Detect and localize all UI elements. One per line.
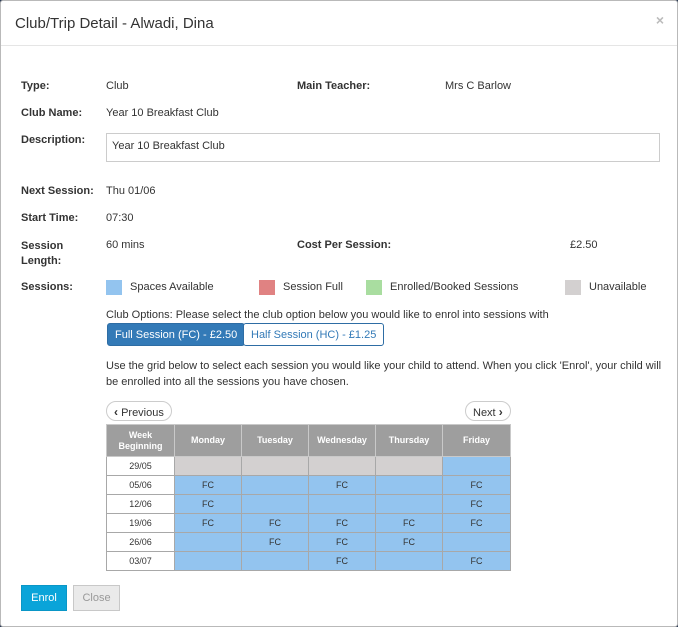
next-button[interactable]: Next › [465, 401, 511, 421]
session-cell-tuesday[interactable] [241, 475, 309, 495]
session-cell-friday[interactable]: FC [442, 475, 511, 495]
session-cell-thursday[interactable]: FC [375, 532, 443, 552]
modal-header: Club/Trip Detail - Alwadi, Dina × [1, 1, 677, 46]
session-cell-tuesday[interactable] [241, 494, 309, 514]
close-icon[interactable]: × [656, 12, 664, 28]
session-cell-wednesday[interactable]: FC [308, 551, 376, 571]
session-cell-thursday[interactable] [375, 551, 443, 571]
session-cell-friday[interactable] [442, 456, 511, 476]
main-teacher-label: Main Teacher: [297, 80, 371, 92]
week-beginning-cell: 26/06 [106, 532, 175, 552]
legend-swatch-enrolled [366, 280, 382, 295]
sessions-label: Sessions: [21, 281, 73, 293]
session-cell-monday [174, 456, 242, 476]
session-cell-wednesday[interactable]: FC [308, 532, 376, 552]
session-cell-friday[interactable] [442, 532, 511, 552]
grid-instructions: Use the grid below to select each sessio… [106, 360, 662, 388]
session-cell-tuesday[interactable]: FC [241, 532, 309, 552]
club-name-value: Year 10 Breakfast Club [106, 107, 219, 119]
session-cell-monday[interactable]: FC [174, 475, 242, 495]
start-time-value: 07:30 [106, 212, 134, 224]
grid-row: 12/06 FC FC [106, 494, 511, 514]
previous-label: Previous [121, 407, 164, 419]
grid-header-friday: Friday [442, 424, 511, 457]
cost-per-session-label: Cost Per Session: [297, 239, 392, 251]
session-cell-thursday[interactable] [375, 475, 443, 495]
session-cell-tuesday[interactable]: FC [241, 513, 309, 533]
main-teacher-value: Mrs C Barlow [445, 80, 512, 92]
description-box: Year 10 Breakfast Club [106, 133, 660, 162]
session-length-label: Session Length: [21, 240, 64, 267]
session-cell-thursday [375, 456, 443, 476]
grid-row: 29/05 [106, 456, 511, 476]
session-cell-friday[interactable]: FC [442, 513, 511, 533]
legend-swatch-unavailable [565, 280, 581, 295]
grid-row: 05/06 FC FC FC [106, 475, 511, 495]
session-cell-thursday[interactable] [375, 494, 443, 514]
club-name-label: Club Name: [21, 107, 83, 119]
next-session-value: Thu 01/06 [106, 185, 156, 197]
modal-title: Club/Trip Detail - Alwadi, Dina [15, 15, 214, 32]
session-cell-thursday[interactable]: FC [375, 513, 443, 533]
close-button: Close [73, 585, 120, 611]
grid-header-week: Week Beginning [106, 424, 175, 457]
next-label: Next [473, 407, 496, 419]
week-beginning-cell: 05/06 [106, 475, 175, 495]
session-cell-monday[interactable]: FC [174, 494, 242, 514]
week-beginning-cell: 03/07 [106, 551, 175, 571]
club-options-prompt: Club Options: Please select the club opt… [106, 309, 549, 321]
start-time-label: Start Time: [21, 212, 79, 224]
grid-header-wednesday: Wednesday [308, 424, 376, 457]
session-cell-monday[interactable] [174, 532, 242, 552]
enrol-button[interactable]: Enrol [21, 585, 67, 611]
session-cell-friday[interactable]: FC [442, 494, 511, 514]
session-cell-wednesday[interactable]: FC [308, 475, 376, 495]
chevron-right-icon: › [498, 405, 503, 419]
legend-label-enrolled: Enrolled/Booked Sessions [390, 281, 519, 293]
type-label: Type: [21, 80, 50, 92]
week-beginning-cell: 29/05 [106, 456, 175, 476]
session-grid: Week Beginning Monday Tuesday Wednesday … [106, 424, 511, 571]
session-cell-wednesday [308, 456, 376, 476]
legend-swatch-full [259, 280, 275, 295]
previous-button[interactable]: ‹ Previous [106, 401, 172, 421]
session-length-value: 60 mins [106, 239, 145, 251]
legend-label-available: Spaces Available [130, 281, 214, 293]
half-session-option-button[interactable]: Half Session (HC) - £1.25 [243, 323, 385, 346]
next-session-label: Next Session: [21, 185, 94, 197]
description-label: Description: [21, 134, 86, 146]
session-cell-wednesday[interactable]: FC [308, 513, 376, 533]
legend-label-full: Session Full [283, 281, 343, 293]
session-cell-tuesday [241, 456, 309, 476]
grid-header-row: Week Beginning Monday Tuesday Wednesday … [106, 424, 511, 457]
type-value: Club [106, 80, 129, 92]
session-cell-tuesday[interactable] [241, 551, 309, 571]
legend-label-unavailable: Unavailable [589, 281, 647, 293]
legend-swatch-available [106, 280, 122, 295]
grid-header-thursday: Thursday [375, 424, 443, 457]
session-cell-friday[interactable]: FC [442, 551, 511, 571]
session-cell-wednesday[interactable] [308, 494, 376, 514]
grid-header-tuesday: Tuesday [241, 424, 309, 457]
grid-row: 19/06 FC FC FC FC FC [106, 513, 511, 533]
cost-per-session-value: £2.50 [570, 239, 598, 251]
grid-row: 26/06 FC FC FC [106, 532, 511, 552]
week-beginning-cell: 19/06 [106, 513, 175, 533]
grid-header-monday: Monday [174, 424, 242, 457]
session-cell-monday[interactable] [174, 551, 242, 571]
grid-row: 03/07 FC FC [106, 551, 511, 571]
full-session-option-button[interactable]: Full Session (FC) - £2.50 [107, 323, 246, 346]
session-cell-monday[interactable]: FC [174, 513, 242, 533]
chevron-left-icon: ‹ [114, 405, 118, 419]
club-detail-modal: Club/Trip Detail - Alwadi, Dina × Type: … [0, 0, 678, 627]
week-beginning-cell: 12/06 [106, 494, 175, 514]
